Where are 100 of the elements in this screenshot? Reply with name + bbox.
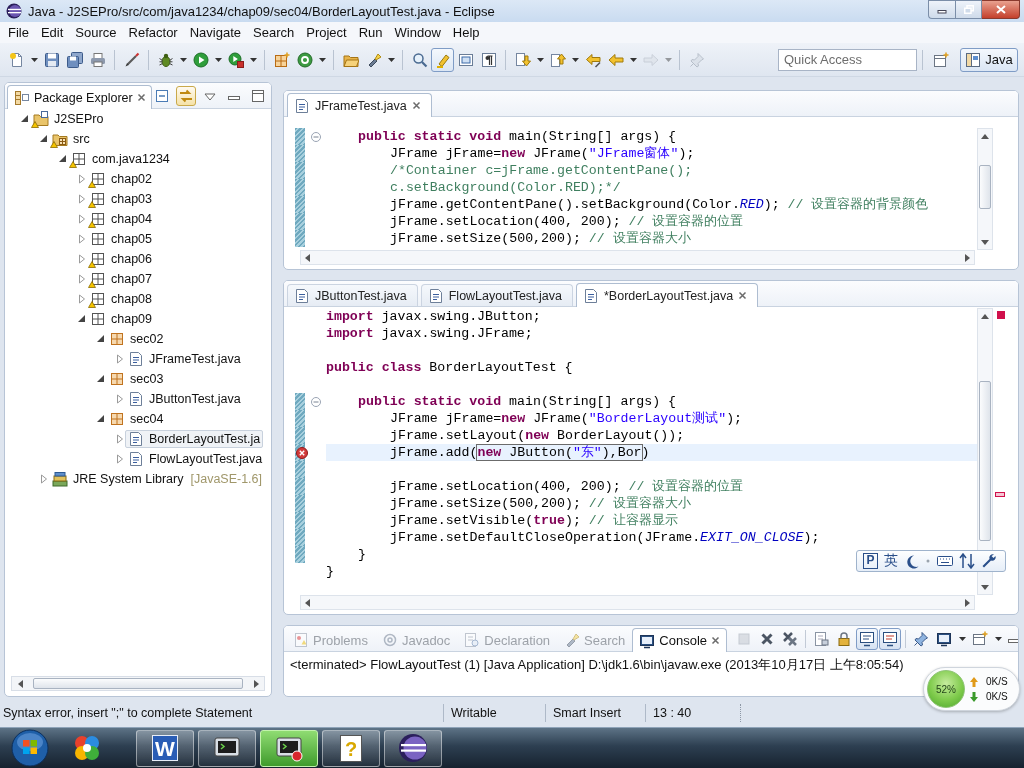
menu-item[interactable]: Run xyxy=(352,23,389,42)
keyboard-icon[interactable] xyxy=(937,554,953,568)
menu-item[interactable]: Refactor xyxy=(122,23,184,42)
scrollbar-thumb[interactable] xyxy=(979,381,991,541)
editor-tab[interactable]: JButtonTest.java xyxy=(287,284,418,306)
tree-item[interactable]: sec04 xyxy=(106,410,167,428)
caret-icon xyxy=(571,57,579,62)
console-error-icon xyxy=(882,631,898,647)
menu-item[interactable]: Navigate xyxy=(183,23,247,42)
minimize-button[interactable] xyxy=(928,0,955,19)
tree-arrow-icon[interactable] xyxy=(96,374,105,384)
quick-access-field[interactable]: Quick Access xyxy=(778,48,917,71)
scroll-up-icon[interactable] xyxy=(981,313,989,319)
stdout-button[interactable] xyxy=(856,628,878,650)
package-icon xyxy=(90,311,106,327)
scroll-left-icon[interactable] xyxy=(305,598,310,607)
scroll-left-icon[interactable] xyxy=(17,679,23,688)
input-mode-toggle[interactable]: 英 xyxy=(884,552,898,570)
tree-item[interactable]: FlowLayoutTest.java xyxy=(125,450,266,468)
menu-item[interactable]: Help xyxy=(446,23,486,42)
tree-item[interactable]: chap07 xyxy=(87,270,155,288)
tree-arrow-icon[interactable] xyxy=(96,414,105,424)
editor-tab[interactable]: FlowLayoutTest.java xyxy=(420,284,573,306)
highlight-button[interactable] xyxy=(431,47,454,72)
upload-rate: 0K/S xyxy=(986,676,1008,687)
close-icon[interactable] xyxy=(711,636,720,645)
wrench-icon[interactable] xyxy=(981,553,997,569)
scrollbar-thumb[interactable] xyxy=(33,678,243,689)
scroll-right-icon[interactable] xyxy=(253,679,259,688)
moon-icon[interactable] xyxy=(904,553,919,569)
menu-item[interactable]: Source xyxy=(69,23,123,42)
tree-item[interactable]: chap06 xyxy=(87,250,155,268)
view-tab[interactable]: Console xyxy=(632,628,727,652)
perspective-button[interactable]: Java xyxy=(960,47,1018,72)
scrollbar-thumb[interactable] xyxy=(979,165,991,209)
tree-arrow-icon[interactable] xyxy=(39,134,48,144)
close-icon[interactable] xyxy=(738,291,748,300)
menu-item[interactable]: File xyxy=(2,23,35,42)
menu-item[interactable]: Window xyxy=(388,23,447,42)
code-line: public class BorderLayoutTest { xyxy=(326,359,573,376)
taskbar-button[interactable]: W xyxy=(136,729,194,767)
code-line: } xyxy=(326,563,334,580)
restore-button[interactable] xyxy=(955,0,982,19)
tree-item[interactable]: chap02 xyxy=(87,170,155,188)
tree-arrow-icon[interactable] xyxy=(58,154,67,164)
remove-all-icon xyxy=(782,631,798,647)
editor-tab[interactable]: *BorderLayoutTest.java xyxy=(576,283,759,307)
view-tab[interactable]: Package Explorer xyxy=(7,85,152,109)
close-button[interactable] xyxy=(982,0,1020,19)
tree-item[interactable]: src xyxy=(49,130,93,148)
scroll-down-icon[interactable] xyxy=(981,239,989,245)
tree-item[interactable]: JRE System Library xyxy=(49,470,187,488)
scroll-right-icon[interactable] xyxy=(965,598,970,607)
menu-item[interactable]: Search xyxy=(247,23,301,42)
caret-icon xyxy=(994,637,1002,641)
tree-item[interactable]: JButtonTest.java xyxy=(125,390,244,408)
ime-logo[interactable]: P xyxy=(863,553,878,569)
tree-item[interactable]: chap04 xyxy=(87,210,155,228)
stderr-button[interactable] xyxy=(879,628,901,650)
arrows-icon[interactable] xyxy=(959,553,975,569)
books-icon xyxy=(52,471,68,487)
tree-arrow-icon[interactable] xyxy=(77,314,86,324)
scroll-up-icon[interactable] xyxy=(981,133,989,139)
tree-item[interactable]: chap03 xyxy=(87,190,155,208)
tree-item[interactable]: BorderLayoutTest.ja xyxy=(125,430,264,448)
usage-label: 52% xyxy=(936,683,956,695)
menu-item[interactable]: Project xyxy=(300,23,353,42)
error-marker-icon xyxy=(995,491,1005,497)
tree-item[interactable]: chap05 xyxy=(87,230,155,248)
up-arrow-icon xyxy=(970,676,978,687)
tree-item[interactable]: com.java1234 xyxy=(68,150,173,168)
tree-item[interactable]: chap09 xyxy=(87,310,155,328)
close-icon[interactable] xyxy=(136,93,146,102)
monitor-icon xyxy=(936,631,952,647)
scroll-left-icon[interactable] xyxy=(305,253,310,262)
taskbar-button[interactable] xyxy=(260,729,318,767)
dot-icon[interactable] xyxy=(925,558,931,564)
scroll-right-icon[interactable] xyxy=(965,253,970,262)
horizontal-scrollbar[interactable] xyxy=(300,250,975,265)
vertical-scrollbar[interactable] xyxy=(977,128,993,250)
horizontal-scrollbar[interactable] xyxy=(11,676,265,691)
tree-item[interactable]: sec02 xyxy=(106,330,167,348)
tree-item[interactable]: sec03 xyxy=(106,370,167,388)
link-arrows-icon xyxy=(177,88,194,104)
vertical-scrollbar[interactable] xyxy=(977,308,993,595)
close-icon[interactable] xyxy=(411,101,421,110)
scroll-down-icon[interactable] xyxy=(981,584,989,590)
package-icon xyxy=(109,331,125,347)
package-icon xyxy=(109,371,125,387)
editor-tab[interactable]: JFrameTest.java xyxy=(287,93,432,117)
horizontal-scrollbar[interactable] xyxy=(300,595,975,610)
tree-arrow-icon[interactable] xyxy=(96,334,105,344)
tree-item[interactable]: J2SEPro xyxy=(30,110,107,128)
tree-item[interactable]: chap08 xyxy=(87,290,155,308)
link-with-editor-button[interactable] xyxy=(175,86,196,106)
ring-icon xyxy=(296,51,313,68)
tree-item[interactable]: JFrameTest.java xyxy=(125,350,244,368)
tree-arrow-icon[interactable] xyxy=(20,114,29,124)
menu-item[interactable]: Edit xyxy=(34,23,70,42)
java-file-icon xyxy=(294,97,310,114)
